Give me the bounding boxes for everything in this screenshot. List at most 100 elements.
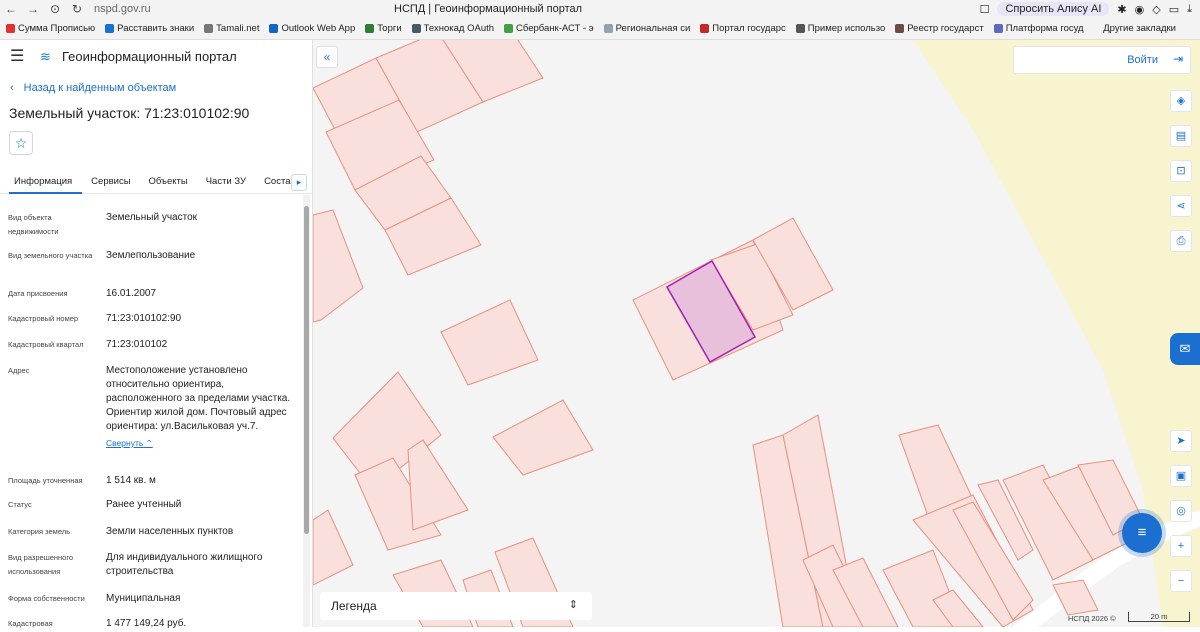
address-text: Местоположение установлено относительно … [106, 365, 291, 432]
navigation-icon: ➤ [1176, 435, 1186, 447]
property-value: Земельный участок [106, 212, 198, 223]
download-icon[interactable]: ⤓ [1187, 3, 1192, 16]
bookmark-favicon-icon [6, 24, 15, 33]
print-button[interactable]: ⎙ [1170, 230, 1192, 252]
menu-icon[interactable]: ☰ [10, 46, 34, 66]
copyright: НСПД 2026 © [1068, 614, 1116, 623]
portal-title: Геоинформационный портал [62, 48, 237, 64]
select-area-button[interactable]: ⊡ [1170, 160, 1192, 182]
window-icon[interactable]: ▭ [1169, 3, 1179, 16]
ruler-icon: ▤ [1175, 130, 1187, 142]
collapse-link[interactable]: Свернуть ⌃ [106, 436, 153, 450]
layers-icon: ◈ [1176, 95, 1186, 107]
login-icon: ⇥ [1172, 52, 1183, 66]
legend-selector[interactable]: Легенда ⇕ [320, 592, 592, 620]
back-icon[interactable]: ← [0, 2, 22, 16]
bookmark-favicon-icon [993, 24, 1003, 33]
property-label: Площадь уточненная [8, 476, 83, 485]
page-title: Земельный участок: 71:23:010102:90 [9, 105, 250, 121]
property-label: Форма собственности [8, 594, 85, 603]
map-canvas[interactable] [313, 40, 1200, 627]
locate-button[interactable]: ➤ [1170, 430, 1192, 452]
bookmark-favicon-icon [603, 24, 613, 33]
chevron-up-down-icon: ⇕ [568, 599, 578, 611]
logo-icon: ≋ [40, 49, 51, 64]
bookmark-item[interactable]: Сбербанк-АСТ - э [504, 23, 594, 34]
other-bookmarks[interactable]: Другие закладки [1103, 23, 1190, 34]
bookmark-favicon-icon [895, 24, 905, 33]
alice-button[interactable]: Спросить Алису AI [997, 2, 1110, 16]
tab-information[interactable]: Информация [9, 172, 83, 194]
ruler-button[interactable]: ▤ [1170, 125, 1192, 147]
chevron-left-icon: ‹ [10, 82, 14, 94]
bookmark-item[interactable]: Outlook Web App [269, 23, 355, 34]
share-button[interactable]: ⋖ [1170, 195, 1192, 217]
property-value: 71:23:010102 [106, 339, 168, 350]
extension-icon[interactable]: ✱ [1117, 3, 1126, 16]
property-value: Ранее учтенный [106, 499, 182, 510]
property-label: Кадастровый номер [8, 314, 79, 323]
security-icon[interactable]: ⊙ [44, 2, 66, 16]
address-bar[interactable]: nspd.gov.ru [94, 3, 384, 15]
geo-button[interactable]: ◎ [1170, 500, 1192, 522]
bookmark-item[interactable]: Портал государс [700, 23, 786, 34]
bookmark-item[interactable]: Торги [365, 23, 402, 34]
bookmark-item[interactable]: Расставить знаки [105, 23, 194, 34]
bookmark-item[interactable]: Пример использо [795, 23, 885, 34]
property-value: 1 514 кв. м [106, 475, 156, 486]
forward-icon[interactable]: → [22, 2, 44, 16]
property-label: Кадастровая [8, 619, 53, 628]
property-label: Вид разрешенного использования [8, 553, 74, 576]
side-tab-button[interactable]: ✉ [1170, 333, 1200, 365]
tabs-scroll-right-button[interactable]: ▸ [291, 174, 307, 191]
print-icon: ⎙ [1176, 235, 1186, 247]
bookmark-item[interactable]: Реестр государст [895, 23, 984, 34]
double-chevron-left-icon: « [323, 50, 331, 64]
favorite-button[interactable]: ☆ [9, 131, 33, 155]
bookmark-icon[interactable]: ☐ [980, 3, 990, 16]
layers-button[interactable]: ◈ [1170, 90, 1192, 112]
bookmark-item[interactable]: Региональная си [603, 23, 690, 34]
login-button[interactable]: Войти ⇥ [1013, 46, 1191, 74]
bookmark-item[interactable]: Tamali.net [204, 23, 259, 34]
assistant-button[interactable]: ≡ [1122, 513, 1162, 553]
chevron-up-icon: ⌃ [145, 438, 153, 448]
property-value: 1 477 149,24 руб. [106, 618, 187, 629]
collapse-panel-button[interactable]: « [316, 46, 338, 68]
browser-toolbar: ← → ⊙ ↻ nspd.gov.ru НСПД | Геоинформацио… [0, 0, 1200, 18]
menu-lines-icon: ≡ [1137, 524, 1147, 541]
tab-parts[interactable]: Части ЗУ [197, 172, 255, 194]
back-link[interactable]: ‹ Назад к найденным объектам [10, 82, 312, 94]
bookmark-favicon-icon [105, 24, 115, 33]
share-icon: ⋖ [1176, 200, 1186, 212]
bookmark-favicon-icon [365, 24, 375, 33]
panel-header: ☰ ≋ Геоинформационный портал [0, 40, 312, 72]
zoom-out-button[interactable]: − [1170, 570, 1192, 592]
puzzle-icon[interactable]: ◇ [1152, 3, 1160, 16]
property-value: Местоположение установлено относительно … [106, 364, 301, 451]
bookmark-item[interactable]: Сумма Прописью [6, 23, 95, 34]
bookmark-favicon-icon [411, 24, 421, 33]
property-value: Землепользование [106, 250, 196, 261]
zoom-in-button[interactable]: + [1170, 535, 1192, 557]
properties-list: Вид объекта недвижимости Земельный участ… [0, 205, 304, 632]
property-label: Адрес [8, 366, 30, 375]
reload-icon[interactable]: ↻ [66, 2, 88, 16]
scale-bar: 20 m [1128, 612, 1190, 622]
scrollbar-thumb[interactable] [304, 206, 309, 534]
profile-icon[interactable]: ◉ [1135, 3, 1145, 16]
star-icon: ☆ [14, 134, 28, 151]
tab-bar: Информация Сервисы Объекты Части ЗУ Сост… [0, 172, 313, 194]
minimap-button[interactable]: ▣ [1170, 465, 1192, 487]
bookmark-item[interactable]: Технокад OAuth [411, 23, 494, 34]
tab-objects[interactable]: Объекты [140, 172, 197, 194]
property-value: Муниципальная [106, 593, 181, 604]
bookmark-item[interactable]: Платформа госуд [993, 23, 1084, 34]
bookmark-favicon-icon [269, 24, 279, 33]
property-value: 71:23:010102:90 [106, 313, 182, 324]
bookmark-favicon-icon [795, 24, 805, 33]
tab-services[interactable]: Сервисы [82, 172, 139, 194]
property-value: Для индивидуального жилищного строительс… [106, 552, 263, 577]
minus-icon: − [1177, 575, 1185, 587]
cadastral-map [313, 40, 1200, 627]
